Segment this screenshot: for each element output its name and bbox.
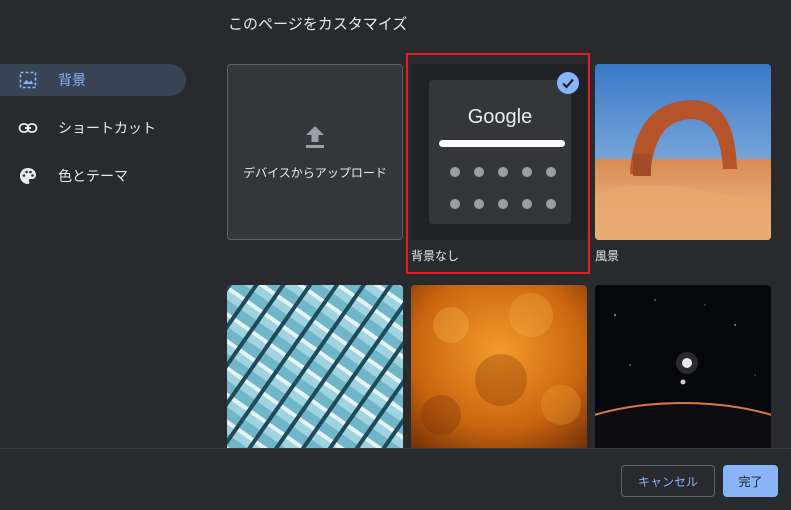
sidebar-item-label: 色とテーマ (58, 169, 128, 185)
glass-facade-image (227, 285, 403, 448)
planet-horizon-image (595, 285, 771, 448)
footer-divider (0, 448, 791, 449)
cancel-button[interactable]: キャンセル (621, 465, 715, 497)
dialog-title: このページをカスタマイズ (228, 15, 408, 33)
sidebar-item-shortcuts[interactable]: ショートカット (0, 112, 186, 144)
done-button[interactable]: 完了 (723, 465, 778, 497)
no-background-tile[interactable]: Google (411, 64, 587, 240)
landscape-collection-tile[interactable] (595, 64, 771, 240)
image-icon (18, 70, 38, 90)
shortcut-dots-preview (443, 158, 563, 222)
upload-from-device-tile[interactable]: デバイスからアップロード (227, 64, 403, 240)
sidebar-item-background[interactable]: 背景 (0, 64, 186, 96)
google-logo: Google (467, 106, 533, 128)
upload-icon (303, 124, 327, 154)
sidebar-item-label: 背景 (58, 73, 86, 89)
palette-icon (18, 166, 38, 186)
arch-landscape-image (595, 64, 771, 240)
link-icon (18, 118, 38, 138)
landscape-caption: 風景 (595, 249, 620, 263)
no-background-caption: 背景なし (411, 249, 460, 263)
architecture-collection-tile[interactable] (227, 285, 403, 448)
orange-texture-image (411, 285, 587, 448)
sidebar-item-label: ショートカット (58, 121, 156, 137)
selected-check-icon (557, 72, 579, 94)
space-collection-tile[interactable] (595, 285, 771, 448)
sidebar-item-colors-theme[interactable]: 色とテーマ (0, 160, 186, 192)
texture-collection-tile[interactable] (411, 285, 587, 448)
search-bar-preview (439, 140, 565, 147)
upload-label: デバイスからアップロード (243, 165, 387, 180)
new-tab-preview: Google (429, 80, 571, 224)
